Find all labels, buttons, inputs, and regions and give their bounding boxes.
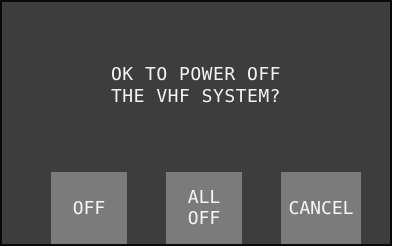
off-button[interactable]: OFF: [51, 172, 127, 244]
message-line-1: OK TO POWER OFF: [110, 64, 282, 85]
off-button-label: OFF: [72, 197, 106, 219]
confirmation-message: OK TO POWER OFF THE VHF SYSTEM?: [2, 64, 390, 108]
cancel-button[interactable]: CANCEL: [281, 172, 361, 244]
message-line-2: THE VHF SYSTEM?: [110, 86, 282, 107]
power-off-dialog: OK TO POWER OFF THE VHF SYSTEM? OFF ALL …: [0, 0, 392, 246]
all-off-button-label-line-1: ALL: [187, 187, 221, 208]
all-off-button[interactable]: ALL OFF: [166, 172, 242, 244]
cancel-button-label: CANCEL: [288, 197, 354, 219]
all-off-button-label-line-2: OFF: [187, 208, 221, 229]
